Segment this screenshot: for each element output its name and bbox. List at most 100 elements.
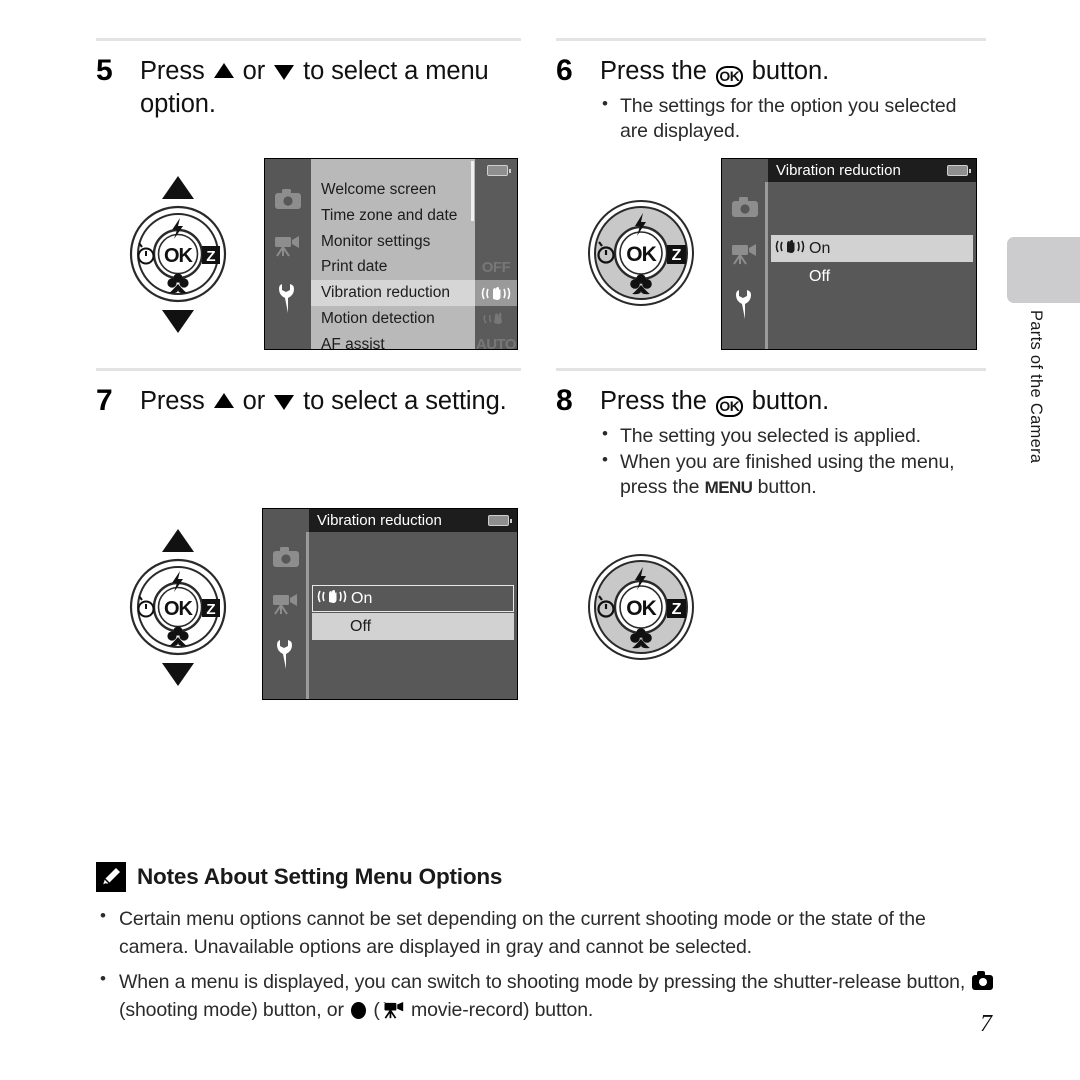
menu-item-welcome-screen[interactable]: Welcome screen (311, 177, 475, 203)
manual-page: Parts of the Camera 5 Press or to select… (0, 0, 1080, 1080)
step-5-text-mid: or (235, 57, 273, 85)
step-8-bullet-2: When you are finished using the menu, pr… (600, 449, 986, 501)
step-7-text-post: to select a setting. (296, 387, 507, 415)
section-rule (556, 38, 986, 41)
vr-option-off-step6[interactable]: Off (771, 263, 973, 290)
print-date-off-icon: OFF (481, 258, 511, 276)
step-8-number: 8 (556, 384, 573, 417)
menu-icon-column: OFF AUTO (475, 159, 517, 353)
menu-button-icon: MENU (704, 478, 753, 498)
lcd-body-step5: Welcome screen Time zone and date Monito… (311, 159, 517, 353)
svg-text:Z: Z (206, 601, 215, 618)
step-5-text-pre: Press (140, 57, 212, 85)
menu-item-af-assist[interactable]: AF assist (311, 332, 475, 358)
battery-icon (488, 515, 512, 526)
setup-wrench-icon (273, 283, 303, 313)
vr-option-on-label: On (351, 589, 373, 607)
step-8-bullet-2-post: button. (752, 476, 817, 499)
side-tab-block (1007, 237, 1080, 303)
side-tab-label: Parts of the Camera (1027, 310, 1045, 464)
exposure-compensation-icon: Z (667, 599, 686, 618)
icon-slot-1 (475, 177, 517, 203)
step-8-bullets: The setting you selected is applied. Whe… (600, 423, 986, 501)
step-5-number: 5 (96, 54, 113, 87)
note-item-2: When a menu is displayed, you can switch… (96, 967, 996, 1025)
note-item-2-post: movie-record) button. (405, 998, 594, 1021)
step-7-heading: 7 Press or to select a setting. (96, 385, 521, 418)
note-item-2-pre: When a menu is displayed, you can switch… (119, 970, 971, 993)
step-5-block: 5 Press or to select a menu option. (96, 38, 521, 120)
vr-icon (313, 588, 351, 610)
shooting-mode-icon (730, 197, 760, 217)
multi-selector-dial-step6[interactable]: OK Z (585, 197, 697, 309)
shooting-mode-icon (273, 189, 303, 209)
step-6-text: Press the OK button. (600, 55, 829, 88)
menu-item-monitor-settings[interactable]: Monitor settings (311, 229, 475, 255)
menu-item-print-date[interactable]: Print date (311, 254, 475, 280)
step-5-heading: 5 Press or to select a menu option. (96, 55, 521, 120)
lcd-sidebar-step7 (263, 509, 309, 699)
notes-section: Notes About Setting Menu Options Certain… (96, 862, 996, 1030)
svg-text:Z: Z (206, 248, 215, 265)
section-rule (96, 368, 521, 371)
vr-option-off-step7[interactable]: Off (312, 613, 514, 640)
step-7-text-pre: Press (140, 387, 212, 415)
multi-selector-dial-step7[interactable]: OK Z (128, 525, 228, 690)
svg-text:Z: Z (672, 601, 682, 618)
lcd-vr-screen-step7: Vibration reduction On Off (262, 508, 518, 700)
lcd-title-step6: Vibration reduction (768, 159, 976, 182)
step-6-text-pre: Press the (600, 57, 714, 85)
step-8-bullet-1: The setting you selected is applied. (600, 423, 986, 449)
menu-scrollbar[interactable] (471, 161, 474, 221)
lcd-body-step7: Vibration reduction On Off (306, 509, 517, 699)
shooting-mode-button-icon (972, 971, 994, 990)
step-6-text-post: button. (744, 57, 830, 85)
vr-option-on-step6[interactable]: On (771, 235, 973, 262)
movie-icon (273, 235, 303, 257)
exposure-compensation-icon: Z (202, 246, 220, 265)
vr-option-on-step7[interactable]: On (312, 585, 514, 612)
arrow-down-icon (274, 395, 295, 410)
battery-icon (947, 165, 971, 176)
page-number: 7 (980, 1011, 992, 1037)
step-8-text-post: button. (744, 387, 830, 415)
lcd-title-step7: Vibration reduction (309, 509, 517, 532)
svg-text:Z: Z (672, 247, 682, 264)
ok-button-icon: OK (715, 66, 743, 87)
note-item-1: Certain menu options cannot be set depen… (96, 904, 996, 962)
vr-icon (771, 238, 809, 260)
movie-icon (271, 593, 301, 615)
ok-button-icon: OK (715, 396, 743, 417)
vibration-reduction-icon (475, 280, 517, 306)
multi-selector-dial-step8[interactable]: OK Z (585, 551, 697, 663)
section-rule (96, 38, 521, 41)
menu-item-time-zone-and-date[interactable]: Time zone and date (311, 203, 475, 229)
icon-slot-3 (475, 229, 517, 255)
vr-option-on-label: On (809, 239, 831, 257)
note-item-2-mid: (shooting mode) button, or (119, 998, 350, 1021)
setup-menu-list[interactable]: Welcome screen Time zone and date Monito… (311, 159, 475, 353)
svg-text:OK: OK (626, 597, 656, 620)
vr-option-off-label: Off (350, 617, 372, 635)
step-6-block: 6 Press the OK button. The settings for … (556, 38, 986, 145)
dial-arrow-down-icon (162, 310, 194, 333)
battery-icon (487, 165, 511, 176)
notes-header: Notes About Setting Menu Options (96, 862, 996, 892)
step-8-text-pre: Press the (600, 387, 714, 415)
lcd-vr-screen-step6: Vibration reduction On Off (721, 158, 977, 350)
lcd-sidebar-step5 (265, 159, 311, 349)
svg-text:OK: OK (626, 243, 656, 266)
step-8-block: 8 Press the OK button. The setting you s… (556, 368, 986, 502)
multi-selector-dial-step5[interactable]: OK Z (128, 172, 228, 337)
movie-record-icon (381, 999, 405, 1019)
step-6-heading: 6 Press the OK button. (556, 55, 986, 88)
movie-icon (730, 243, 760, 265)
step-7-text: Press or to select a setting. (140, 385, 507, 418)
pencil-icon (96, 862, 126, 892)
menu-item-motion-detection[interactable]: Motion detection (311, 306, 475, 332)
lcd-setup-menu-screen: Welcome screen Time zone and date Monito… (264, 158, 518, 353)
step-7-number: 7 (96, 384, 113, 417)
exposure-compensation-icon: Z (667, 245, 686, 264)
menu-item-vibration-reduction[interactable]: Vibration reduction (311, 280, 475, 306)
section-rule (556, 368, 986, 371)
